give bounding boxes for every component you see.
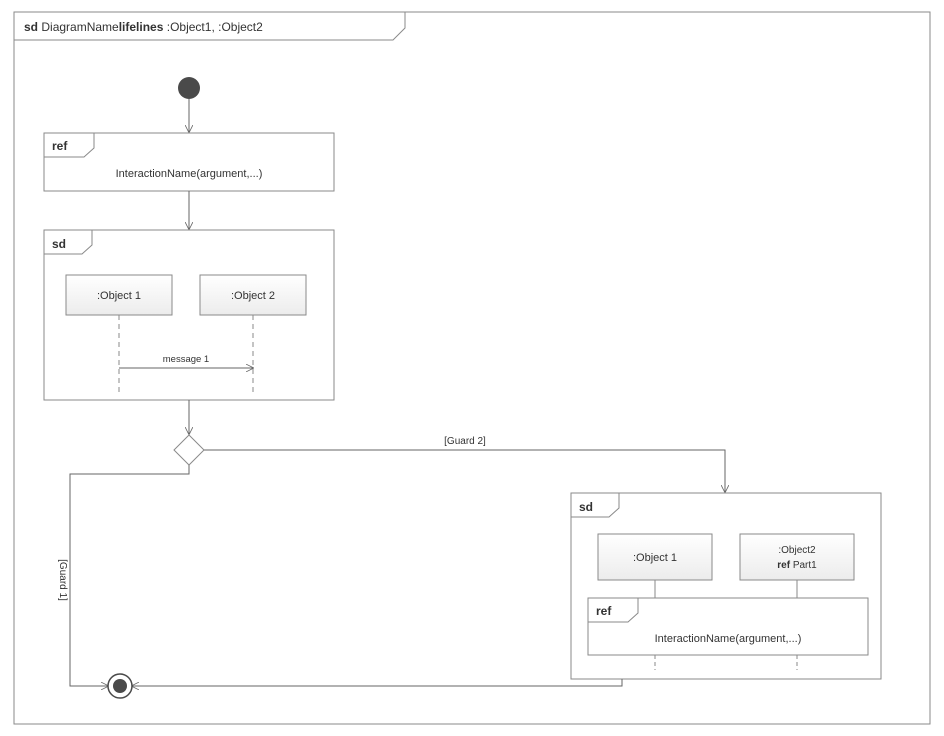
guard2-label: [Guard 2] xyxy=(444,436,486,447)
sd2-lifeline-object2-label-line2: ref Part1 xyxy=(777,560,817,571)
sd2-inner-ref-content: InteractionName(argument,...) xyxy=(655,633,802,645)
guard1-label: [Guard 1] xyxy=(57,559,68,601)
sd2-lifeline-object1-label: :Object 1 xyxy=(633,552,677,564)
ref-frame-1-tag: ref xyxy=(52,139,68,153)
sd-frame-2-tag: sd xyxy=(579,500,593,514)
sd2-lifeline-object2 xyxy=(740,534,854,580)
sd-frame-2: sd :Object 1 :Object2 ref Part1 ref Inte… xyxy=(571,493,881,679)
ref-frame-1: ref InteractionName(argument,...) xyxy=(44,133,334,191)
sd1-lifeline-object2-label: :Object 2 xyxy=(231,290,275,302)
outer-frame-label: sd DiagramNamelifelines :Object1, :Objec… xyxy=(24,20,263,34)
sd2-inner-ref-tag: ref xyxy=(596,604,612,618)
ref-frame-1-content: InteractionName(argument,...) xyxy=(116,168,263,180)
sd1-message-label: message 1 xyxy=(163,354,209,365)
sd-frame-1: sd :Object 1 :Object 2 message 1 xyxy=(44,230,334,400)
sd2-lifeline-object2-label-line1: :Object2 xyxy=(778,545,816,556)
final-node xyxy=(108,674,132,698)
diagram-canvas: sd DiagramNamelifelines :Object1, :Objec… xyxy=(0,0,944,736)
sd1-lifeline-object1-label: :Object 1 xyxy=(97,290,141,302)
sd-frame-1-tag: sd xyxy=(52,237,66,251)
initial-node xyxy=(178,77,200,99)
